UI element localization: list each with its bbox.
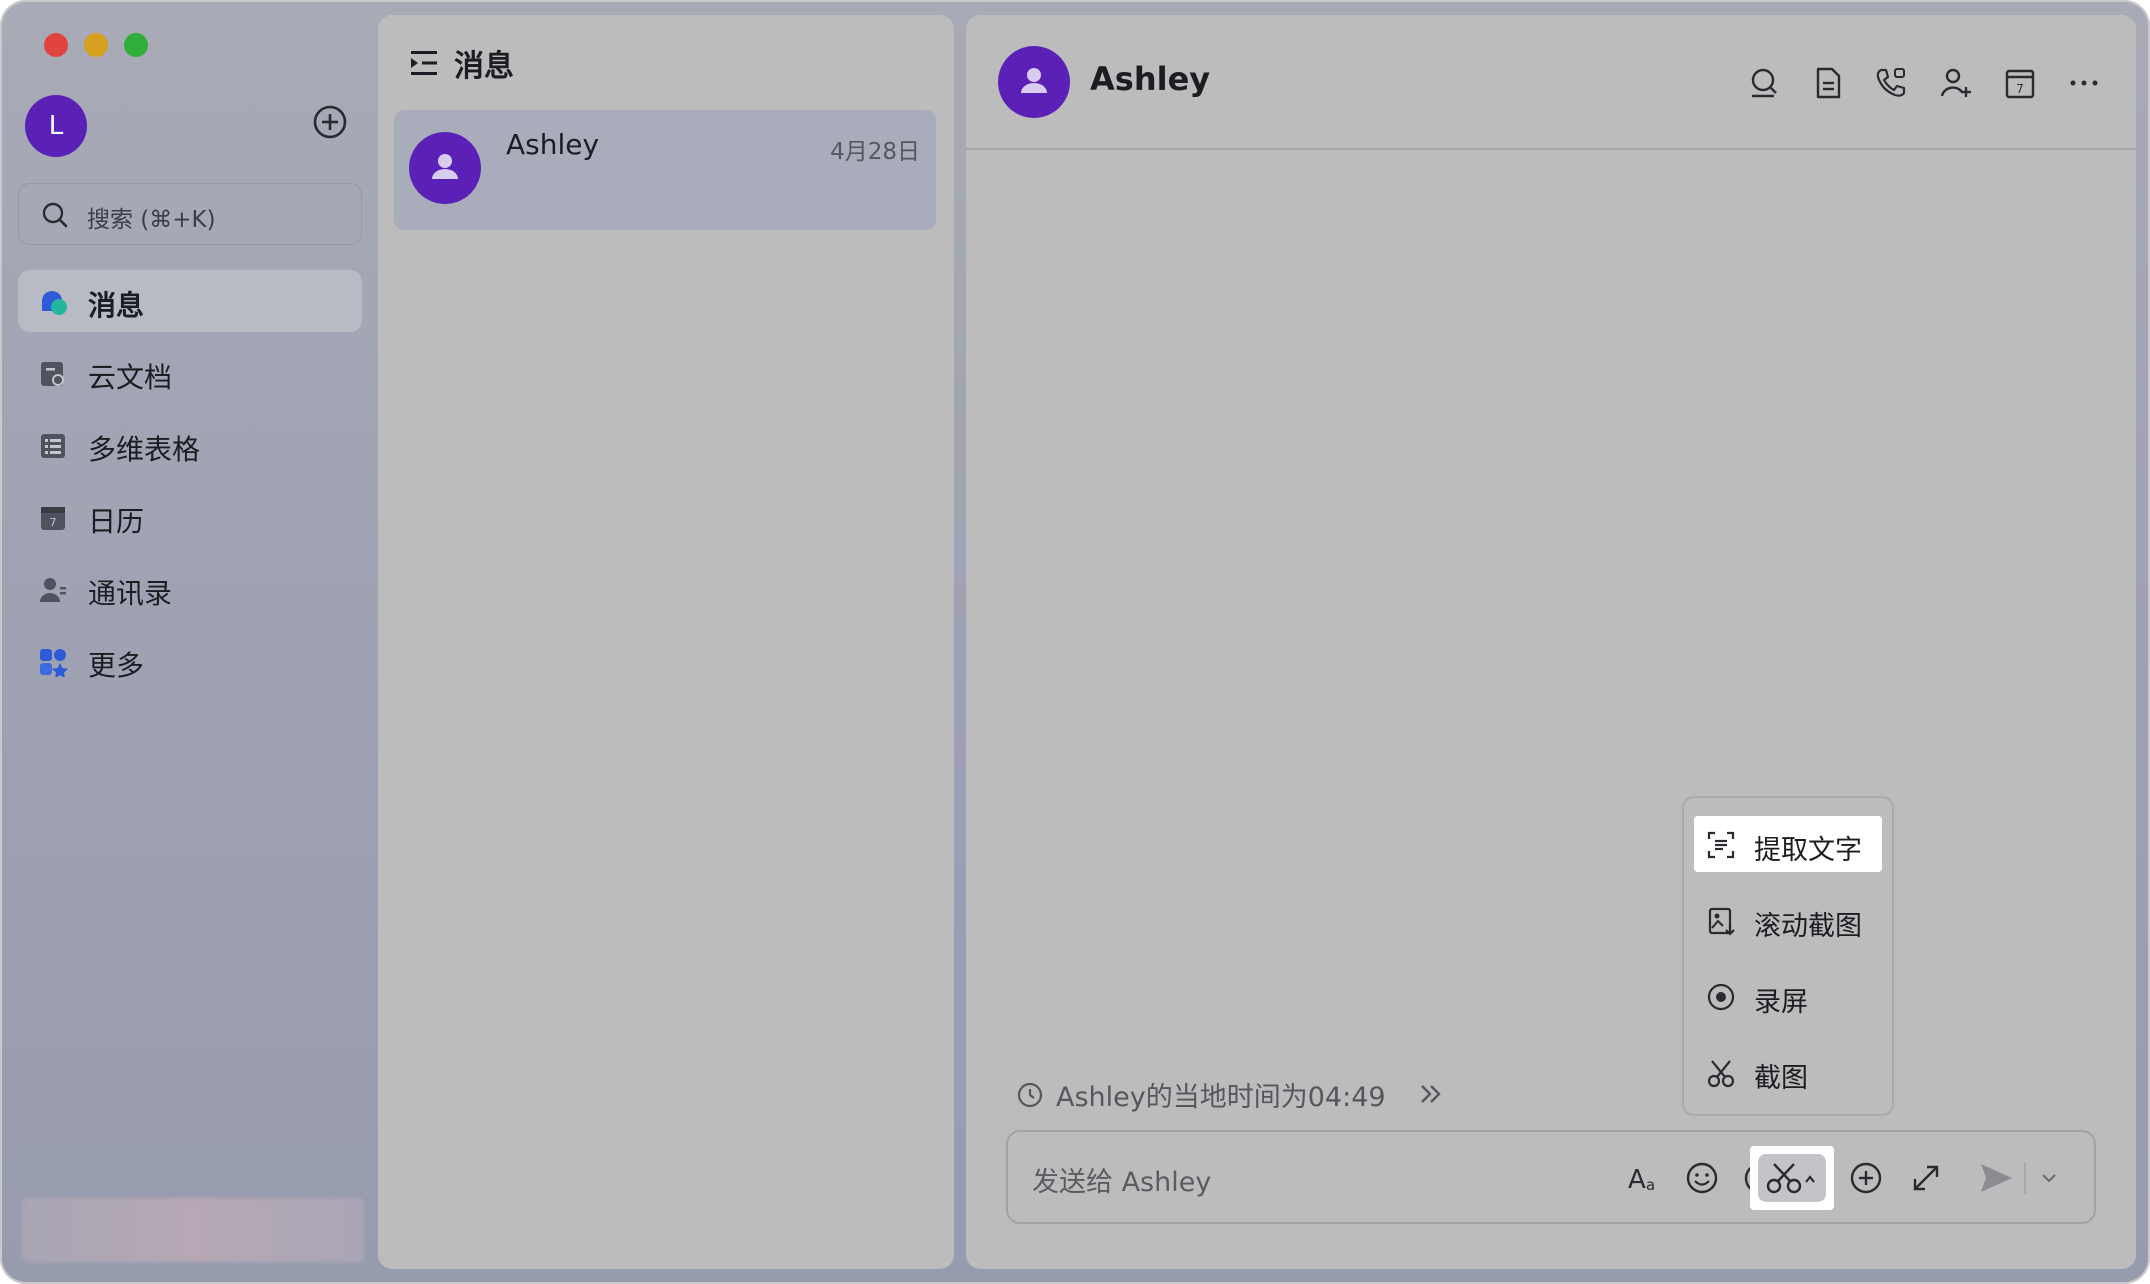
search-placeholder: 搜索 (⌘+K) xyxy=(87,207,216,233)
menu-item-label: 提取文字 xyxy=(1754,835,1862,866)
call-icon[interactable] xyxy=(1873,65,1909,101)
chat-date: 4月28日 xyxy=(830,139,920,165)
sidebar-item-contacts[interactable]: 通讯录 xyxy=(18,558,362,620)
sidebar-item-label: 多维表格 xyxy=(88,433,201,466)
clock-icon xyxy=(1017,1082,1043,1108)
conversation-avatar[interactable] xyxy=(998,46,1070,118)
maximize-window-button[interactable] xyxy=(124,33,148,57)
screenshot-button[interactable] xyxy=(1750,1146,1834,1210)
send-icon[interactable] xyxy=(1978,1160,2014,1196)
sidebar-item-label: 更多 xyxy=(88,649,145,682)
more-icon[interactable] xyxy=(2066,65,2102,101)
record-screen-icon xyxy=(1707,983,1735,1011)
chat-list-item[interactable]: Ashley 4月28日 xyxy=(394,110,936,230)
contacts-icon xyxy=(40,578,66,602)
sidebar-item-messages[interactable]: 消息 xyxy=(18,270,362,332)
search-icon xyxy=(42,202,68,228)
extract-text-icon xyxy=(1707,831,1735,859)
contact-avatar xyxy=(409,132,481,204)
menu-item-label: 截图 xyxy=(1754,1063,1808,1094)
chevron-down-icon[interactable] xyxy=(2038,1160,2060,1196)
message-list-pane: 消息 Ashley 4月28日 xyxy=(378,15,954,1269)
document-icon[interactable] xyxy=(1810,65,1846,101)
header-divider xyxy=(966,148,2136,150)
collapse-list-icon[interactable] xyxy=(408,47,440,79)
menu-item-label: 滚动截图 xyxy=(1754,911,1862,942)
menu-item-screenshot[interactable]: 截图 xyxy=(1694,1044,1882,1100)
minimize-window-button[interactable] xyxy=(84,33,108,57)
plus-icon[interactable] xyxy=(1848,1160,1884,1196)
add-circle-icon[interactable] xyxy=(312,104,348,140)
chat-name: Ashley xyxy=(506,128,600,161)
search-input[interactable]: 搜索 (⌘+K) xyxy=(18,183,362,245)
message-composer[interactable]: 发送给 Ashley A a xyxy=(1006,1130,2096,1224)
message-list-title: 消息 xyxy=(454,49,514,84)
search-icon[interactable] xyxy=(1746,65,1782,101)
close-window-button[interactable] xyxy=(44,33,68,57)
messages-icon xyxy=(42,291,67,315)
emoji-icon[interactable] xyxy=(1684,1160,1720,1196)
screenshot-menu: 提取文字 滚动截图 录屏 截图 xyxy=(1682,796,1894,1116)
cloud-docs-icon xyxy=(41,362,64,386)
svg-text:A: A xyxy=(1628,1165,1646,1195)
scissors-icon xyxy=(1766,1163,1815,1194)
sidebar-item-label: 消息 xyxy=(88,289,145,322)
menu-item-extract-text[interactable]: 提取文字 xyxy=(1694,816,1882,872)
calendar-icon[interactable]: 7 xyxy=(2002,65,2038,101)
local-time-text: Ashley的当地时间为04:49 xyxy=(1056,1082,1386,1113)
user-avatar[interactable]: L xyxy=(25,95,87,157)
text-format-icon[interactable]: A a xyxy=(1626,1160,1662,1196)
svg-text:7: 7 xyxy=(50,516,57,529)
sidebar-item-label: 日历 xyxy=(88,505,145,538)
expand-icon[interactable] xyxy=(1908,1160,1944,1196)
more-apps-icon xyxy=(40,649,68,677)
menu-item-record-screen[interactable]: 录屏 xyxy=(1694,968,1882,1024)
app-window: L 搜索 (⌘+K) 消息 云文档 多维表格 7 日历 通讯录 更多 消息 As… xyxy=(0,0,2150,1284)
svg-text:7: 7 xyxy=(2016,82,2024,96)
base-table-icon xyxy=(41,434,65,458)
menu-item-label: 录屏 xyxy=(1754,987,1808,1018)
double-chevron-right-icon[interactable] xyxy=(1416,1079,1446,1109)
scissors-icon xyxy=(1707,1060,1735,1088)
sidebar-item-calendar[interactable]: 7 日历 xyxy=(18,486,362,548)
conversation-title[interactable]: Ashley xyxy=(1090,60,1210,98)
sidebar-footer-blur xyxy=(22,1198,364,1262)
calendar-icon: 7 xyxy=(41,507,65,530)
send-separator xyxy=(2024,1162,2026,1194)
sidebar-item-more[interactable]: 更多 xyxy=(18,630,362,692)
svg-text:a: a xyxy=(1646,1176,1655,1194)
add-member-icon[interactable] xyxy=(1938,65,1974,101)
person-icon xyxy=(1021,68,1047,93)
sidebar-item-label: 云文档 xyxy=(88,361,173,394)
conversation-pane: Ashley 7 Ashley的当地时间为04:49 发送给 Ashley A … xyxy=(966,15,2136,1269)
menu-item-scroll-screenshot[interactable]: 滚动截图 xyxy=(1694,892,1882,948)
composer-placeholder: 发送给 Ashley xyxy=(1032,1167,1212,1198)
scroll-screenshot-icon xyxy=(1708,907,1735,936)
person-icon xyxy=(432,154,458,179)
sidebar-item-label: 通讯录 xyxy=(88,577,173,610)
screenshot-button-bg xyxy=(1758,1154,1826,1202)
sidebar-item-base[interactable]: 多维表格 xyxy=(18,414,362,476)
sidebar-item-cloud-docs[interactable]: 云文档 xyxy=(18,342,362,404)
